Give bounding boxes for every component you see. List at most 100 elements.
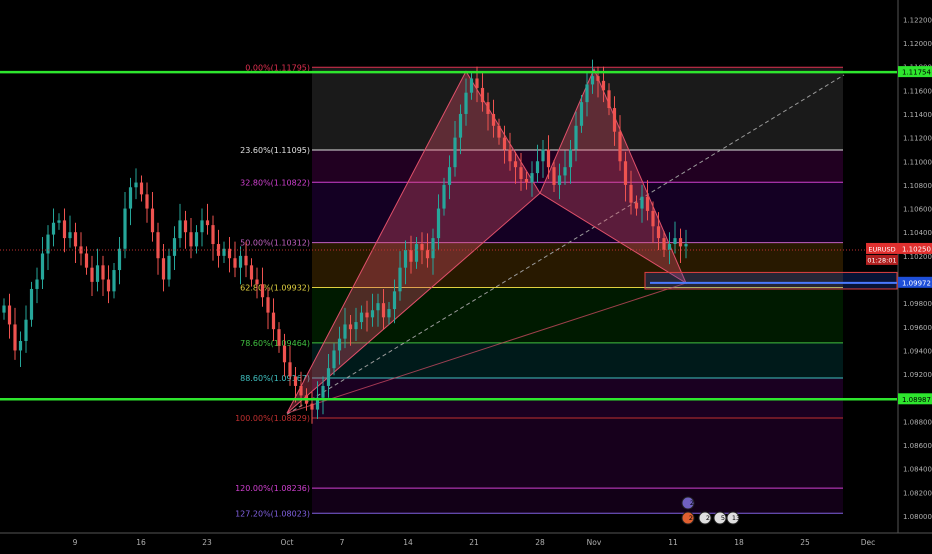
time-axis-tick: 11 <box>668 538 678 547</box>
countdown-text: 01:28:01 <box>867 256 896 264</box>
candle-body <box>123 208 127 249</box>
candle-body <box>596 76 600 81</box>
target-zone <box>644 271 898 290</box>
price-axis-tick: 1.10200 <box>903 253 932 261</box>
price-axis-tick: 1.08200 <box>903 489 932 497</box>
fib-zone <box>312 488 843 514</box>
candle-body <box>662 238 666 250</box>
candle-body <box>634 202 639 209</box>
fib-level-label: 23.60%(1.11095) <box>240 146 310 155</box>
candle-body <box>233 258 237 268</box>
event-marker-count: 2 <box>690 499 694 507</box>
candle-body <box>7 305 12 325</box>
price-axis-tick: 1.08000 <box>903 513 932 521</box>
price-axis-tick: 1.10800 <box>903 182 932 190</box>
candle-body <box>200 220 204 233</box>
fib-level-label: 127.20%(1.08023) <box>235 509 310 518</box>
candle-body <box>84 253 89 268</box>
price-axis-tick: 1.10400 <box>903 229 932 237</box>
candle-body <box>618 131 622 162</box>
fib-level-label: 32.80%(1.10822) <box>240 178 310 187</box>
candle-body <box>101 265 105 280</box>
candle-body <box>73 232 78 247</box>
candle-body <box>651 210 655 227</box>
candle-body <box>128 187 133 209</box>
candle-body <box>211 225 215 245</box>
price-axis-tick: 1.09800 <box>903 300 932 308</box>
candle-body <box>513 161 518 168</box>
candle-body <box>321 385 325 398</box>
candle-body <box>266 297 270 313</box>
event-marker-count: 5 <box>721 514 725 522</box>
fib-level-label: 120.00%(1.08236) <box>235 484 310 493</box>
candle-body <box>546 149 551 168</box>
symbol-badge-text: EURUSD <box>868 245 895 253</box>
candle-body <box>189 232 193 247</box>
candle-body <box>590 76 595 85</box>
candle-body <box>260 284 265 298</box>
price-axis-tick: 1.11400 <box>903 111 932 119</box>
candle-body <box>563 167 567 176</box>
candle-body <box>365 312 369 318</box>
candle-body <box>46 234 50 254</box>
candle-body <box>332 350 336 369</box>
candle-body <box>24 319 28 341</box>
candle-body <box>194 232 199 247</box>
candle-body <box>57 220 61 223</box>
time-axis-tick: Oct <box>281 538 294 547</box>
candle-body <box>29 288 34 320</box>
time-axis-tick: 23 <box>202 538 212 547</box>
chart-root: 0.00%(1.11795) 23.60%(1.11095) 32.80%(1.10… <box>0 0 932 550</box>
candle-body <box>68 232 72 239</box>
price-axis-tick: 1.11600 <box>903 87 932 95</box>
candle-body <box>497 125 501 138</box>
target-zone-line <box>650 281 897 284</box>
price-axis-tick: 1.09200 <box>903 371 932 379</box>
candle-body <box>172 238 177 256</box>
candle-body <box>574 125 578 150</box>
trading-chart[interactable]: 0.00%(1.11795)23.60%(1.11095)32.80%(1.10… <box>0 0 932 550</box>
candle-body <box>326 368 331 386</box>
candle-body <box>640 196 644 209</box>
candle-body <box>480 87 485 103</box>
event-marker-count: 13 <box>732 514 740 522</box>
price-axis-tick: 1.09400 <box>903 347 932 355</box>
fib-zone <box>312 342 843 379</box>
price-badge-text: 1.10250 <box>902 245 931 253</box>
candle-body <box>354 322 358 330</box>
candle-body <box>409 249 413 262</box>
candle-body <box>95 265 100 282</box>
candle-body <box>629 184 633 203</box>
time-axis-tick: 9 <box>73 538 78 547</box>
candle-body <box>161 258 166 280</box>
candle-body <box>310 403 314 410</box>
candle-body <box>205 220 210 226</box>
candle-body <box>238 255 243 268</box>
event-marker-count: 2 <box>689 514 693 522</box>
time-axis-tick: 7 <box>340 538 345 547</box>
time-axis-tick: 14 <box>403 538 413 547</box>
candle-body <box>271 312 276 330</box>
candle-body <box>585 84 589 103</box>
candle-body <box>134 182 138 188</box>
candle-body <box>541 149 545 162</box>
candle-body <box>623 161 628 185</box>
candle-body <box>414 244 419 262</box>
candle-body <box>519 167 523 179</box>
price-axis-tick: 1.11200 <box>903 135 932 143</box>
candle-body <box>403 249 408 268</box>
price-axis-tick: 1.11000 <box>903 158 932 166</box>
candle-body <box>678 238 683 247</box>
fib-zone <box>312 378 843 418</box>
candle-body <box>475 78 479 88</box>
fib-zones-layer: 0.00%(1.11795)23.60%(1.11095)32.80%(1.10… <box>235 63 843 518</box>
price-axis-tick: 1.08800 <box>903 418 932 426</box>
candle-body <box>156 232 160 259</box>
time-axis-tick: 25 <box>800 538 810 547</box>
candle-body <box>40 253 45 280</box>
candle-body <box>469 78 474 93</box>
price-badge-text: 1.09972 <box>902 279 931 287</box>
time-axis-tick: Nov <box>587 538 602 547</box>
price-badge-text: 1.11754 <box>902 69 931 77</box>
price-axis-tick: 1.09600 <box>903 324 932 332</box>
